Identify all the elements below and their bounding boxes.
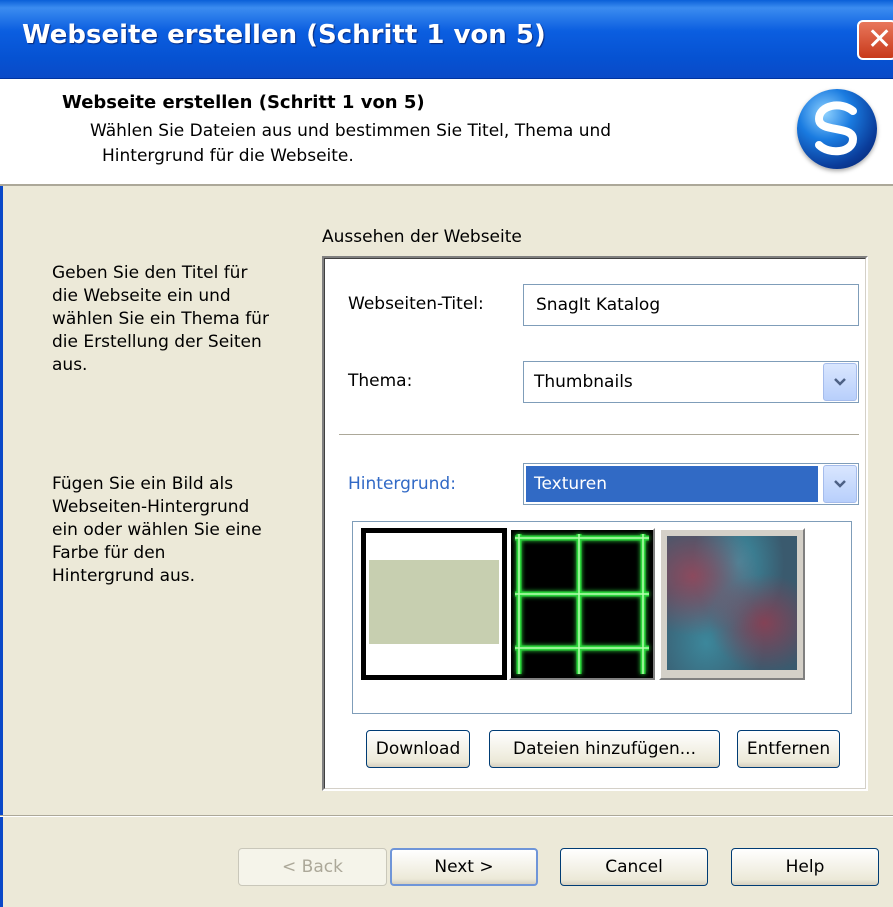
next-button[interactable]: Next > [390,848,538,886]
title-bar[interactable]: Webseite erstellen (Schritt 1 von 5) ✕ [0,0,893,79]
download-button[interactable]: Download [366,730,470,768]
help-line: wählen Sie ein Thema für [52,309,269,329]
help-line: ein oder wählen Sie eine [52,520,262,540]
green-grid-texture [511,530,653,678]
window-title: Webseite erstellen (Schritt 1 von 5) [22,20,546,50]
help-text-background: Fügen Sie ein Bild als Webseiten-Hinterg… [52,473,302,588]
wizard-step-description: Wählen Sie Dateien aus und bestimmen Sie… [90,119,710,144]
remove-button[interactable]: Entfernen [737,730,840,768]
theme-select[interactable]: Thumbnails [523,361,859,403]
swatch-red-teal[interactable] [659,528,805,680]
page-title-value: SnagIt Katalog [536,295,661,315]
help-line: Farbe für den [52,543,166,563]
background-select[interactable]: Texturen [523,463,859,505]
help-text-title-theme: Geben Sie den Titel für die Webseite ein… [52,262,302,377]
footer-divider [0,815,893,817]
description-line: Hintergrund für die Webseite. [102,146,354,166]
chevron-down-icon[interactable] [823,465,857,503]
help-line: Geben Sie den Titel für [52,263,248,283]
theme-value: Thumbnails [534,372,633,392]
wizard-header: Webseite erstellen (Schritt 1 von 5) Wäh… [0,79,893,186]
help-line: Webseiten-Hintergrund [52,497,250,517]
page-title-label: Webseiten-Titel: [348,294,484,314]
help-line: die Erstellung der Seiten [52,332,262,352]
close-button[interactable]: ✕ [857,20,893,60]
wizard-step-description-2: Hintergrund für die Webseite. [102,144,722,169]
help-button[interactable]: Help [731,848,879,886]
chevron-down-icon[interactable] [823,363,857,401]
snagit-logo-icon [797,89,877,169]
background-swatch-list[interactable] [352,521,852,714]
help-line: Hintergrund aus. [52,566,196,586]
back-button[interactable]: < Back [238,848,387,886]
close-icon: ✕ [867,22,893,57]
swatch-preview [369,560,499,644]
background-value: Texturen [534,474,608,494]
wizard-step-title: Webseite erstellen (Schritt 1 von 5) [62,92,425,113]
cancel-button[interactable]: Cancel [560,848,708,886]
add-files-button[interactable]: Dateien hinzufügen... [489,730,720,768]
background-label: Hintergrund: [348,474,456,494]
divider [339,434,859,436]
swatch-green-grid[interactable] [509,528,655,680]
appearance-group-label: Aussehen der Webseite [322,227,522,247]
help-line: aus. [52,355,88,375]
theme-label: Thema: [348,371,413,391]
help-line: Fügen Sie ein Bild als [52,474,234,494]
description-line: Wählen Sie Dateien aus und bestimmen Sie… [90,121,612,141]
help-line: die Webseite ein und [52,286,231,306]
window-border [0,79,3,907]
swatch-light-green[interactable] [361,528,507,680]
page-title-input[interactable]: SnagIt Katalog [523,284,859,326]
swatch-preview [667,536,797,670]
